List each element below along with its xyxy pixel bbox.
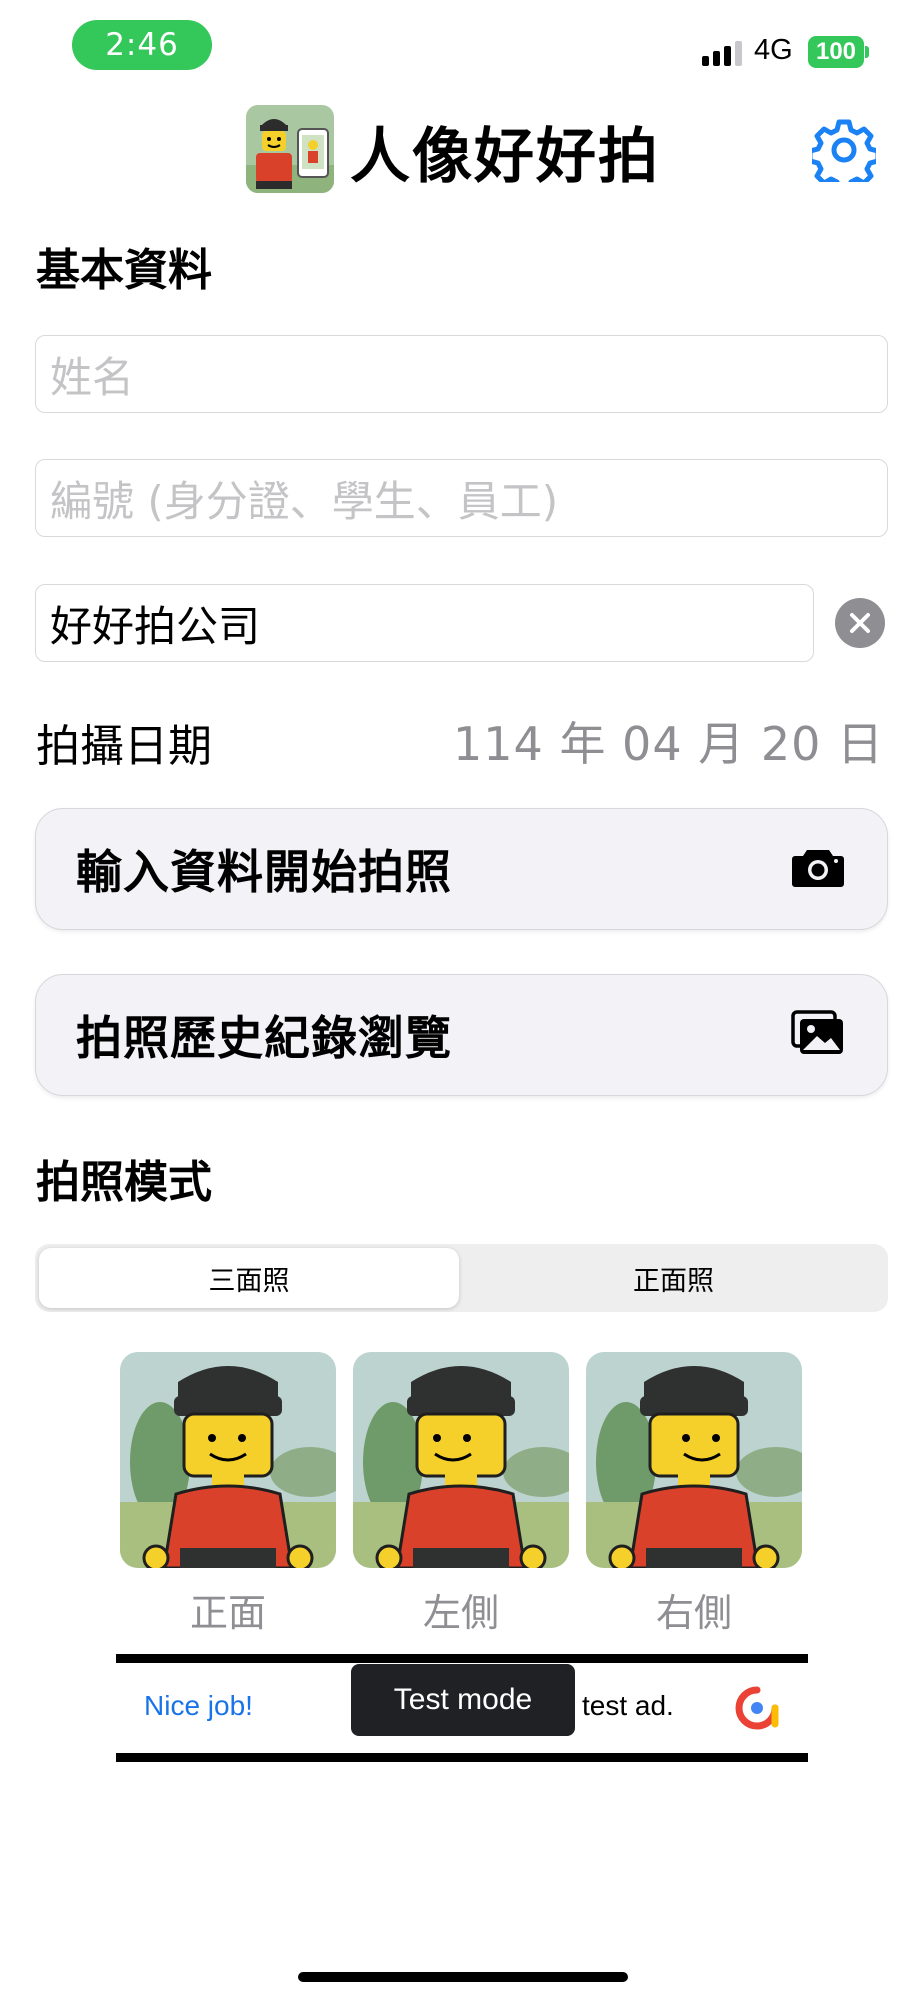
- test-mode-toast: Test mode: [351, 1664, 575, 1736]
- mode-option-three-view[interactable]: 三面照: [39, 1248, 459, 1308]
- battery-icon: [865, 46, 869, 58]
- photo-mode-segmented-control: 三面照 正面照: [35, 1244, 888, 1312]
- status-time: 2:46: [72, 20, 212, 70]
- name-field[interactable]: 姓名: [35, 335, 888, 413]
- clear-icon[interactable]: [835, 598, 885, 648]
- photo-gallery-icon: [791, 1010, 845, 1060]
- photo-history-button[interactable]: 拍照歷史紀錄瀏覽: [35, 974, 888, 1096]
- app-logo: [246, 105, 334, 193]
- camera-icon: [791, 846, 845, 892]
- start-photo-button[interactable]: 輸入資料開始拍照: [35, 808, 888, 930]
- basic-info-title: 基本資料: [36, 245, 212, 296]
- home-indicator[interactable]: [298, 1972, 628, 1982]
- photo-mode-title: 拍照模式: [36, 1157, 212, 1208]
- gear-icon[interactable]: [807, 118, 881, 193]
- id-number-field[interactable]: 編號 (身分證、學生、員工): [35, 459, 888, 537]
- company-field[interactable]: 好好拍公司: [35, 584, 814, 662]
- battery-level: 100: [808, 36, 864, 68]
- network-type: 4G: [754, 34, 793, 66]
- sample-label-left: 左側: [422, 1591, 499, 1635]
- start-photo-label: 輸入資料開始拍照: [76, 845, 452, 899]
- sample-photo-front: [120, 1352, 336, 1568]
- photo-history-label: 拍照歷史紀錄瀏覽: [76, 1011, 452, 1065]
- mode-option-front[interactable]: 正面照: [463, 1248, 884, 1308]
- cellular-signal-icon: [702, 40, 742, 66]
- sample-photo-right: [586, 1352, 802, 1568]
- ad-text: test ad.: [582, 1690, 674, 1721]
- sample-photo-left: [353, 1352, 569, 1568]
- shoot-date-picker[interactable]: 114 年 04 月 20 日: [453, 708, 884, 774]
- sample-label-right: 右側: [655, 1591, 732, 1635]
- sample-label-front: 正面: [189, 1591, 266, 1635]
- app-title: 人像好好拍: [350, 122, 660, 192]
- ad-headline: Nice job!: [144, 1690, 253, 1721]
- shoot-date-label: 拍攝日期: [36, 721, 212, 772]
- admob-logo-icon: [733, 1684, 781, 1732]
